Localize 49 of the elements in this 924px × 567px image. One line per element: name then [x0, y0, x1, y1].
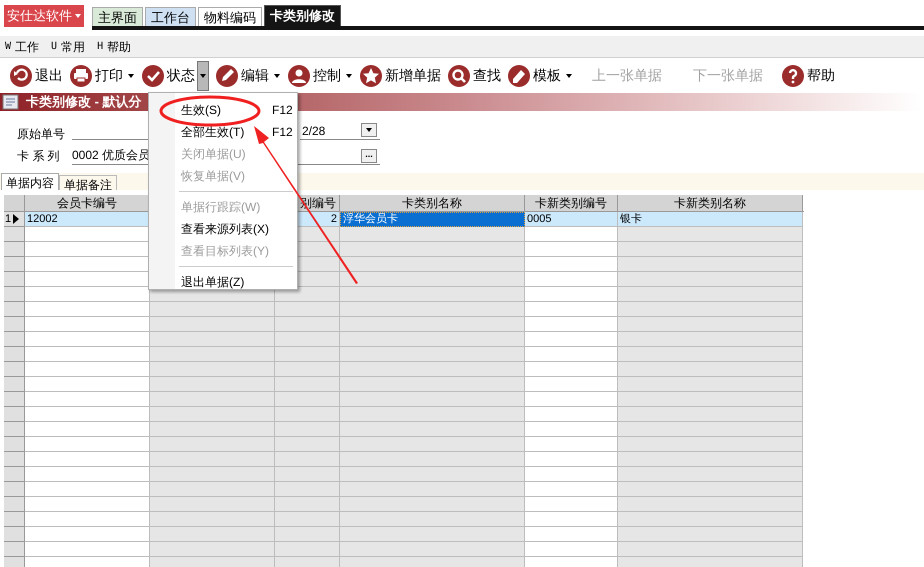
column-header: 卡新类别编号 [525, 195, 618, 211]
menu-item-label: 查看目标列表(Y) [181, 243, 269, 260]
toolbar-button[interactable]: 新增单据 [360, 64, 441, 86]
menu-item[interactable]: 工作 [15, 38, 40, 56]
tab[interactable]: 卡类别修改 [264, 5, 341, 26]
toolbar-button[interactable]: 打印 [70, 64, 123, 86]
column-header: 会员卡编号 [25, 195, 150, 211]
tab[interactable]: 单据内容 [1, 173, 59, 190]
toolbar-button[interactable]: 查找 [448, 64, 501, 86]
toolbar-button[interactable]: 帮助 [782, 64, 835, 86]
shortcut-key: F12 [272, 101, 293, 119]
toolbar-button[interactable]: 控制 [288, 64, 341, 86]
menu-item[interactable]: 全部生效(T) F12 [149, 121, 297, 143]
table-cell: 银卡 [618, 212, 803, 227]
tab[interactable]: 主界面 [92, 7, 143, 26]
field-label: 卡 系 列 [17, 148, 60, 165]
menu-item-label: 关闭单据(U) [181, 146, 246, 163]
access-key: W [5, 39, 12, 54]
brand-menu-button[interactable]: 安仕达软件 [4, 5, 84, 27]
menu-item[interactable]: 生效(S) F12 [149, 99, 297, 121]
access-key: H [97, 39, 104, 54]
menu-item-label: 退出单据(Z) [181, 274, 244, 291]
menu-item[interactable]: 常用 [61, 38, 86, 56]
table-cell: 12002 [25, 212, 150, 227]
selected-cell: 浮华会员卡 [340, 212, 525, 227]
menu-item[interactable]: 退出单据(Z) [149, 271, 297, 293]
column-header: 卡类别名称 [340, 195, 525, 211]
toolbar-button[interactable]: 编辑 [216, 64, 269, 86]
toolbar-button[interactable]: 退出 [10, 64, 63, 86]
toolbar-button[interactable]: 模板 [508, 64, 561, 86]
toolbar-button[interactable]: 状态 [142, 64, 195, 86]
access-key: U [51, 39, 58, 54]
row-number: 1 [5, 212, 12, 227]
column-header: 卡新类别名称 [618, 195, 803, 211]
field-label: 原始单号 [17, 126, 65, 143]
menu-item-label: 全部生效(T) [181, 124, 244, 141]
menu-item-label: 恢复单据(V) [181, 168, 245, 185]
tab[interactable]: 单据备注 [59, 175, 117, 190]
menu-item-label: 生效(S) [181, 102, 221, 119]
document-title: 卡类别修改 - 默认分 [26, 93, 142, 112]
menu-item-label: 单据行跟踪(W) [181, 199, 260, 216]
date-value: 2/28 [302, 122, 326, 140]
table-cell: 0005 [525, 212, 618, 227]
browse-button[interactable]: ... [361, 149, 377, 163]
shortcut-key: F12 [272, 123, 293, 141]
tab[interactable]: 工作台 [145, 7, 196, 26]
menu-item-label: 查看来源列表(X) [181, 221, 269, 238]
menu-item[interactable]: 帮助 [107, 38, 132, 56]
tab[interactable]: 物料编码 [198, 7, 262, 26]
